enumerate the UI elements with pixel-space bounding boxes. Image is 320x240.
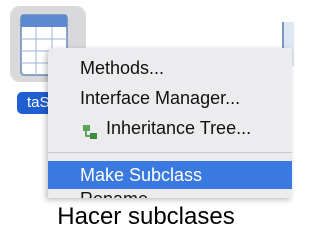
menu-item-methods[interactable]: Methods... — [48, 54, 292, 82]
inheritance-tree-icon — [82, 120, 98, 139]
menu-item-label: Rename — [80, 185, 148, 198]
menu-item-inheritance-tree[interactable]: Inheritance Tree... — [48, 114, 292, 142]
menu-item-label: Interface Manager... — [80, 88, 241, 108]
menu-item-label: Inheritance Tree... — [106, 118, 252, 138]
caption: Hacer subclases — [57, 203, 235, 230]
context-menu: Methods... Interface Manager... Inherita… — [48, 48, 292, 198]
menu-item-interface-manager[interactable]: Interface Manager... — [48, 84, 292, 112]
menu-item-rename[interactable]: Rename — [48, 185, 292, 198]
menu-separator — [48, 152, 292, 153]
menu-item-label: Methods... — [80, 58, 165, 78]
